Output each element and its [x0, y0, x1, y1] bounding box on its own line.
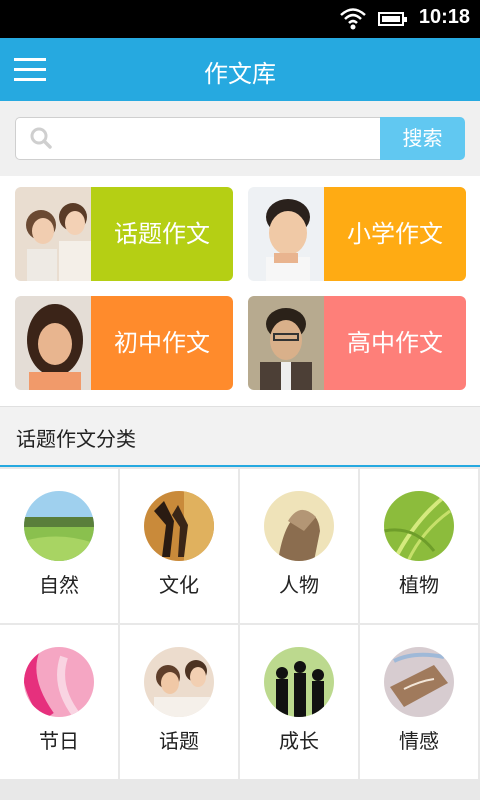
card-photo-women: [15, 187, 91, 281]
search-input[interactable]: [15, 117, 381, 160]
plants-thumbnail: [384, 491, 454, 561]
topic-plants[interactable]: 植物: [360, 469, 478, 623]
growth-thumbnail: [264, 647, 334, 717]
card-photo-girl: [15, 296, 91, 390]
topic-grid: 自然 文化 人物 植物 节日 话题 成长 情感: [0, 467, 480, 800]
status-bar: 10:18: [0, 0, 480, 38]
card-label: 初中作文: [91, 296, 233, 390]
topic-label: 成长: [279, 729, 319, 753]
culture-thumbnail: [144, 491, 214, 561]
card-senior-high-essay[interactable]: 高中作文: [248, 296, 466, 390]
card-primary-school-essay[interactable]: 小学作文: [248, 187, 466, 281]
topic-label: 植物: [399, 573, 439, 597]
topic-label: 节日: [39, 729, 79, 753]
search-button[interactable]: 搜索: [380, 117, 465, 160]
card-photo-student: [248, 296, 324, 390]
card-label: 话题作文: [91, 187, 233, 281]
topic-culture[interactable]: 文化: [120, 469, 238, 623]
topic-topic[interactable]: 话题: [120, 625, 238, 779]
section-header: 话题作文分类: [0, 406, 480, 468]
status-time: 10:18: [418, 6, 470, 28]
festival-thumbnail: [24, 647, 94, 717]
page-title: 作文库: [204, 60, 276, 88]
topic-emotion[interactable]: 情感: [360, 625, 478, 779]
card-label: 小学作文: [324, 187, 466, 281]
topic-thumbnail: [144, 647, 214, 717]
topic-label: 话题: [159, 729, 199, 753]
topic-label: 文化: [159, 573, 199, 597]
topic-label: 人物: [279, 573, 319, 597]
battery-icon: [378, 12, 407, 26]
topic-festival[interactable]: 节日: [0, 625, 118, 779]
card-junior-high-essay[interactable]: 初中作文: [15, 296, 233, 390]
topic-label: 情感: [399, 729, 439, 753]
topic-people[interactable]: 人物: [240, 469, 358, 623]
section-title: 话题作文分类: [16, 427, 136, 451]
topic-growth[interactable]: 成长: [240, 625, 358, 779]
card-label: 高中作文: [324, 296, 466, 390]
wifi-icon: [340, 8, 366, 30]
card-photo-boy: [248, 187, 324, 281]
emotion-thumbnail: [384, 647, 454, 717]
topic-label: 自然: [39, 573, 79, 597]
category-cards: 话题作文 小学作文 初中作文 高中作文: [0, 176, 480, 406]
topic-nature[interactable]: 自然: [0, 469, 118, 623]
people-thumbnail: [264, 491, 334, 561]
magnifier-icon: [30, 127, 52, 149]
nature-thumbnail: [24, 491, 94, 561]
app-bar: 作文库: [0, 38, 480, 101]
card-topic-essay[interactable]: 话题作文: [15, 187, 233, 281]
